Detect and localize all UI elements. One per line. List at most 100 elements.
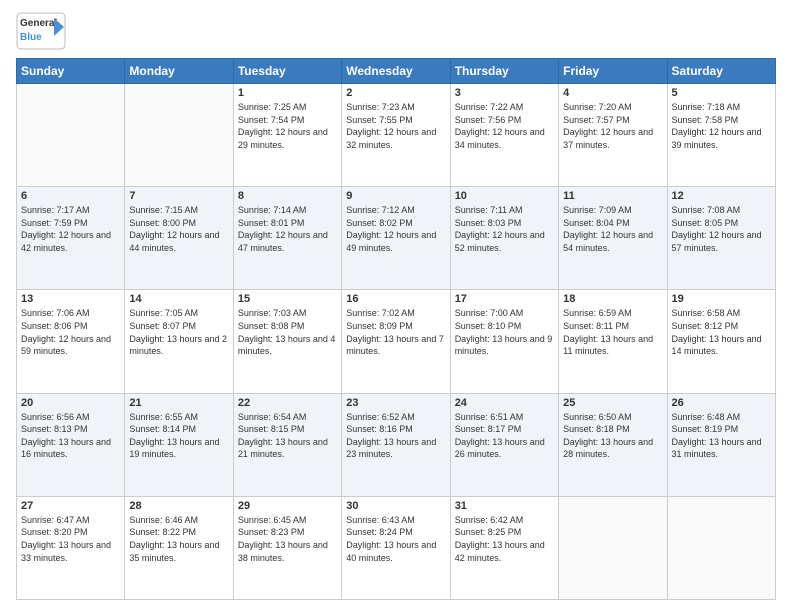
calendar-cell: 4 Sunrise: 7:20 AMSunset: 7:57 PMDaylight… <box>559 84 667 187</box>
day-number: 26 <box>672 397 771 409</box>
day-number: 20 <box>21 397 120 409</box>
day-info: Sunrise: 7:12 AMSunset: 8:02 PMDaylight:… <box>346 204 445 254</box>
day-number: 10 <box>455 190 554 202</box>
calendar-header-sunday: Sunday <box>17 59 125 84</box>
day-info: Sunrise: 6:45 AMSunset: 8:23 PMDaylight:… <box>238 514 337 564</box>
calendar-cell <box>17 84 125 187</box>
day-info: Sunrise: 6:59 AMSunset: 8:11 PMDaylight:… <box>563 307 662 357</box>
calendar-cell: 14 Sunrise: 7:05 AMSunset: 8:07 PMDayligh… <box>125 290 233 393</box>
day-number: 22 <box>238 397 337 409</box>
day-info: Sunrise: 6:54 AMSunset: 8:15 PMDaylight:… <box>238 411 337 461</box>
calendar-cell: 28 Sunrise: 6:46 AMSunset: 8:22 PMDayligh… <box>125 496 233 599</box>
day-info: Sunrise: 7:00 AMSunset: 8:10 PMDaylight:… <box>455 307 554 357</box>
day-info: Sunrise: 7:03 AMSunset: 8:08 PMDaylight:… <box>238 307 337 357</box>
calendar-cell: 17 Sunrise: 7:00 AMSunset: 8:10 PMDayligh… <box>450 290 558 393</box>
calendar-cell: 30 Sunrise: 6:43 AMSunset: 8:24 PMDayligh… <box>342 496 450 599</box>
calendar-cell: 11 Sunrise: 7:09 AMSunset: 8:04 PMDayligh… <box>559 187 667 290</box>
day-number: 18 <box>563 293 662 305</box>
day-number: 17 <box>455 293 554 305</box>
logo: General Blue <box>16 12 66 50</box>
day-info: Sunrise: 6:51 AMSunset: 8:17 PMDaylight:… <box>455 411 554 461</box>
calendar-cell: 20 Sunrise: 6:56 AMSunset: 8:13 PMDayligh… <box>17 393 125 496</box>
day-number: 13 <box>21 293 120 305</box>
day-number: 29 <box>238 500 337 512</box>
calendar-week-row: 1Sunrise: 7:25 AMSunset: 7:54 PMDaylight… <box>17 84 776 187</box>
day-info: Sunrise: 6:55 AMSunset: 8:14 PMDaylight:… <box>129 411 228 461</box>
day-number: 25 <box>563 397 662 409</box>
day-info: Sunrise: 7:08 AMSunset: 8:05 PMDaylight:… <box>672 204 771 254</box>
calendar-cell: 8Sunrise: 7:14 AMSunset: 8:01 PMDaylight… <box>233 187 341 290</box>
calendar-cell: 3Sunrise: 7:22 AMSunset: 7:56 PMDaylight… <box>450 84 558 187</box>
day-info: Sunrise: 7:25 AMSunset: 7:54 PMDaylight:… <box>238 101 337 151</box>
day-number: 5 <box>672 87 771 99</box>
day-info: Sunrise: 7:20 AMSunset: 7:57 PMDaylight:… <box>563 101 662 151</box>
calendar-cell: 9 Sunrise: 7:12 AMSunset: 8:02 PMDaylight… <box>342 187 450 290</box>
day-info: Sunrise: 7:05 AMSunset: 8:07 PMDaylight:… <box>129 307 228 357</box>
calendar-header-tuesday: Tuesday <box>233 59 341 84</box>
calendar-table: SundayMondayTuesdayWednesdayThursdayFrid… <box>16 58 776 600</box>
calendar-cell: 13 Sunrise: 7:06 AMSunset: 8:06 PMDayligh… <box>17 290 125 393</box>
calendar-cell: 16 Sunrise: 7:02 AMSunset: 8:09 PMDayligh… <box>342 290 450 393</box>
calendar-header-row: SundayMondayTuesdayWednesdayThursdayFrid… <box>17 59 776 84</box>
day-info: Sunrise: 7:06 AMSunset: 8:06 PMDaylight:… <box>21 307 120 357</box>
day-info: Sunrise: 7:09 AMSunset: 8:04 PMDaylight:… <box>563 204 662 254</box>
calendar-cell: 31Sunrise: 6:42 AMSunset: 8:25 PMDayligh… <box>450 496 558 599</box>
day-number: 7 <box>129 190 228 202</box>
day-number: 24 <box>455 397 554 409</box>
day-number: 11 <box>563 190 662 202</box>
day-info: Sunrise: 7:15 AMSunset: 8:00 PMDaylight:… <box>129 204 228 254</box>
day-info: Sunrise: 7:23 AMSunset: 7:55 PMDaylight:… <box>346 101 445 151</box>
day-number: 16 <box>346 293 445 305</box>
day-number: 27 <box>21 500 120 512</box>
day-number: 28 <box>129 500 228 512</box>
header: General Blue <box>16 12 776 50</box>
calendar-week-row: 6Sunrise: 7:17 AMSunset: 7:59 PMDaylight… <box>17 187 776 290</box>
svg-text:Blue: Blue <box>20 32 42 43</box>
calendar-cell: 1Sunrise: 7:25 AMSunset: 7:54 PMDaylight… <box>233 84 341 187</box>
calendar-cell: 21Sunrise: 6:55 AMSunset: 8:14 PMDayligh… <box>125 393 233 496</box>
day-info: Sunrise: 6:47 AMSunset: 8:20 PMDaylight:… <box>21 514 120 564</box>
page: General Blue SundayMondayTuesdayWednesda… <box>0 0 792 612</box>
day-number: 14 <box>129 293 228 305</box>
day-info: Sunrise: 7:02 AMSunset: 8:09 PMDaylight:… <box>346 307 445 357</box>
calendar-cell: 26 Sunrise: 6:48 AMSunset: 8:19 PMDayligh… <box>667 393 775 496</box>
day-number: 9 <box>346 190 445 202</box>
calendar-cell: 7 Sunrise: 7:15 AMSunset: 8:00 PMDaylight… <box>125 187 233 290</box>
calendar-cell: 5Sunrise: 7:18 AMSunset: 7:58 PMDaylight… <box>667 84 775 187</box>
calendar-header-saturday: Saturday <box>667 59 775 84</box>
calendar-cell: 12Sunrise: 7:08 AMSunset: 8:05 PMDayligh… <box>667 187 775 290</box>
calendar-cell: 19Sunrise: 6:58 AMSunset: 8:12 PMDayligh… <box>667 290 775 393</box>
logo-icon: General Blue <box>16 12 66 50</box>
calendar-cell: 29 Sunrise: 6:45 AMSunset: 8:23 PMDayligh… <box>233 496 341 599</box>
calendar-cell: 24 Sunrise: 6:51 AMSunset: 8:17 PMDayligh… <box>450 393 558 496</box>
calendar-cell: 6Sunrise: 7:17 AMSunset: 7:59 PMDaylight… <box>17 187 125 290</box>
day-info: Sunrise: 6:58 AMSunset: 8:12 PMDaylight:… <box>672 307 771 357</box>
day-number: 6 <box>21 190 120 202</box>
day-info: Sunrise: 6:48 AMSunset: 8:19 PMDaylight:… <box>672 411 771 461</box>
calendar-header-friday: Friday <box>559 59 667 84</box>
day-number: 2 <box>346 87 445 99</box>
calendar-header-thursday: Thursday <box>450 59 558 84</box>
calendar-cell: 18 Sunrise: 6:59 AMSunset: 8:11 PMDayligh… <box>559 290 667 393</box>
calendar-cell: 2 Sunrise: 7:23 AMSunset: 7:55 PMDaylight… <box>342 84 450 187</box>
day-info: Sunrise: 6:52 AMSunset: 8:16 PMDaylight:… <box>346 411 445 461</box>
calendar-week-row: 13 Sunrise: 7:06 AMSunset: 8:06 PMDayligh… <box>17 290 776 393</box>
day-number: 30 <box>346 500 445 512</box>
calendar-cell: 10Sunrise: 7:11 AMSunset: 8:03 PMDayligh… <box>450 187 558 290</box>
day-info: Sunrise: 6:46 AMSunset: 8:22 PMDaylight:… <box>129 514 228 564</box>
calendar-header-wednesday: Wednesday <box>342 59 450 84</box>
calendar-cell <box>667 496 775 599</box>
calendar-cell: 25Sunrise: 6:50 AMSunset: 8:18 PMDayligh… <box>559 393 667 496</box>
day-number: 8 <box>238 190 337 202</box>
day-number: 31 <box>455 500 554 512</box>
day-info: Sunrise: 7:22 AMSunset: 7:56 PMDaylight:… <box>455 101 554 151</box>
calendar-cell: 27 Sunrise: 6:47 AMSunset: 8:20 PMDayligh… <box>17 496 125 599</box>
calendar-cell: 22 Sunrise: 6:54 AMSunset: 8:15 PMDayligh… <box>233 393 341 496</box>
day-info: Sunrise: 6:43 AMSunset: 8:24 PMDaylight:… <box>346 514 445 564</box>
calendar-cell: 23Sunrise: 6:52 AMSunset: 8:16 PMDayligh… <box>342 393 450 496</box>
svg-text:General: General <box>20 18 57 29</box>
day-number: 4 <box>563 87 662 99</box>
calendar-week-row: 20 Sunrise: 6:56 AMSunset: 8:13 PMDayligh… <box>17 393 776 496</box>
calendar-week-row: 27 Sunrise: 6:47 AMSunset: 8:20 PMDayligh… <box>17 496 776 599</box>
day-info: Sunrise: 6:56 AMSunset: 8:13 PMDaylight:… <box>21 411 120 461</box>
